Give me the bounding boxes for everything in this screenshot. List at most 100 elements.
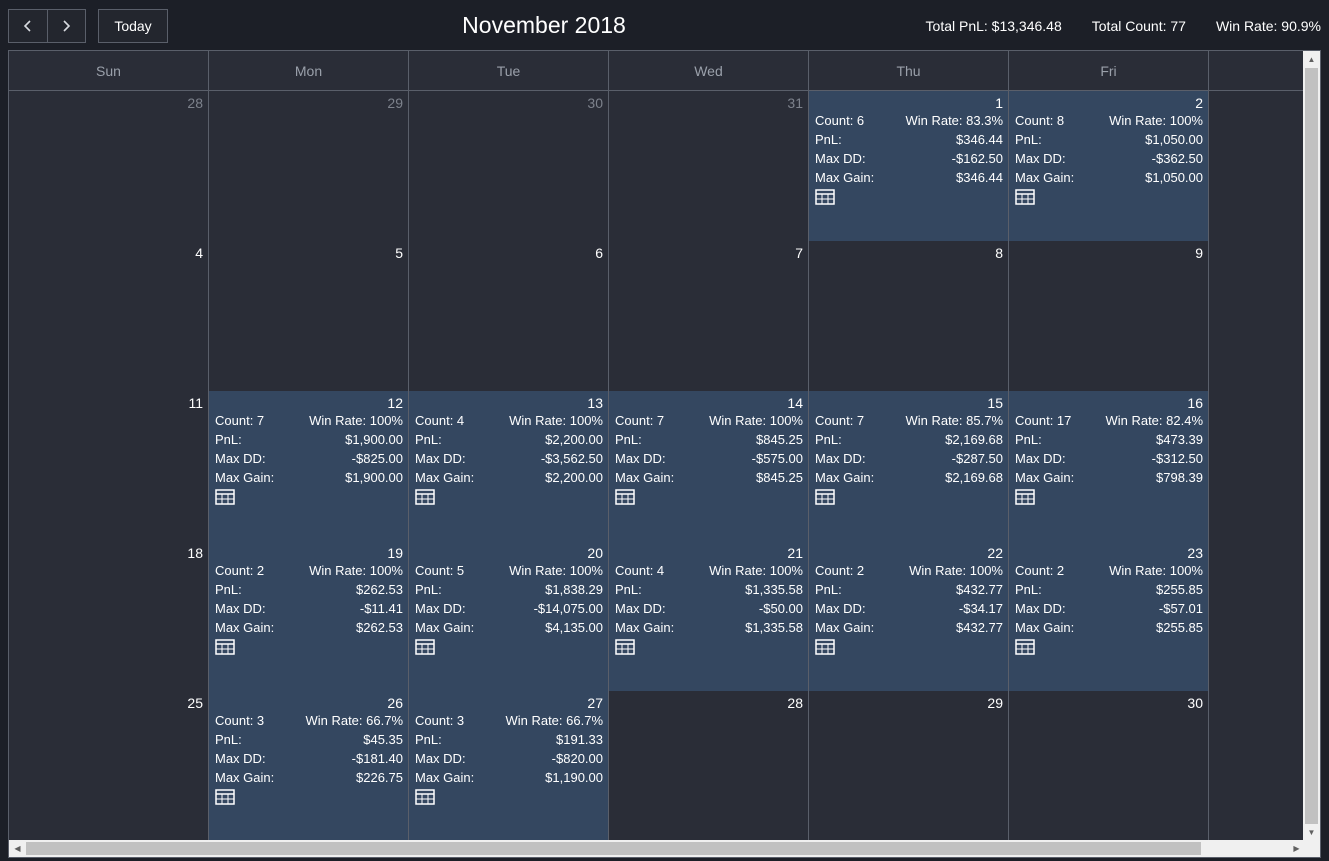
day-stats: Count: 2 Win Rate: 100% PnL: $432.77 Max DD:… bbox=[815, 561, 1003, 655]
day-number: 18 bbox=[187, 545, 203, 561]
table-icon[interactable] bbox=[215, 639, 235, 655]
day-number: 4 bbox=[195, 245, 203, 261]
day-cell[interactable]: 22 Count: 2 Win Rate: 100% PnL: $432.77 Max D… bbox=[809, 541, 1009, 691]
table-icon[interactable] bbox=[815, 189, 835, 205]
day-number: 30 bbox=[587, 95, 603, 111]
day-cell[interactable]: 12 Count: 7 Win Rate: 100% PnL: $1,900.00 Max… bbox=[209, 391, 409, 541]
day-cell[interactable]: 11 bbox=[9, 391, 209, 541]
max-gain-label: Max Gain: bbox=[415, 470, 475, 485]
day-cell[interactable]: 31 bbox=[609, 91, 809, 241]
day-cell[interactable]: 7 bbox=[609, 241, 809, 391]
horizontal-scrollbar[interactable]: ◀ ▶ bbox=[9, 840, 1320, 857]
week-row: 28 29 30 31 1 Count: 6 Win Rate: 83.3% PnL: $346… bbox=[9, 91, 1320, 241]
max-dd-label: Max DD: bbox=[215, 601, 266, 616]
day-cell[interactable]: 16 Count: 17 Win Rate: 82.4% PnL: $473.39 Max… bbox=[1009, 391, 1209, 541]
day-cell[interactable]: 28 bbox=[609, 691, 809, 841]
scroll-up-arrow-icon[interactable]: ▲ bbox=[1303, 51, 1320, 68]
day-cell[interactable]: 9 bbox=[1009, 241, 1209, 391]
day-cell[interactable]: 29 bbox=[809, 691, 1009, 841]
calendar-grid[interactable]: SunMonTueWedThuFriS 282930311Count: 6Win… bbox=[8, 50, 1321, 858]
day-cell[interactable]: 25 bbox=[9, 691, 209, 841]
pnl-value: $2,200.00 bbox=[545, 432, 603, 447]
day-cell[interactable]: 14 Count: 7 Win Rate: 100% PnL: $845.25 Max D… bbox=[609, 391, 809, 541]
pnl-value: $2,169.68 bbox=[945, 432, 1003, 447]
scroll-left-arrow-icon[interactable]: ◀ bbox=[9, 840, 26, 857]
day-cell[interactable]: 29 bbox=[209, 91, 409, 241]
table-icon[interactable] bbox=[415, 489, 435, 505]
day-cell[interactable]: 1 Count: 6 Win Rate: 83.3% PnL: $346.44 Max D… bbox=[809, 91, 1009, 241]
today-button[interactable]: Today bbox=[98, 9, 168, 43]
scroll-down-arrow-icon[interactable]: ▼ bbox=[1303, 824, 1320, 841]
max-gain-value: $2,200.00 bbox=[545, 470, 603, 485]
win-rate: Win Rate: 100% bbox=[309, 563, 403, 578]
stat-line: PnL: $1,838.29 bbox=[415, 580, 603, 599]
day-cell[interactable]: 26 Count: 3 Win Rate: 66.7% PnL: $45.35 Max D… bbox=[209, 691, 409, 841]
stat-line: Max DD: -$3,562.50 bbox=[415, 449, 603, 468]
day-number: 1 bbox=[995, 95, 1003, 111]
table-icon[interactable] bbox=[1015, 639, 1035, 655]
pnl-label: PnL: bbox=[815, 132, 842, 147]
max-dd-value: -$312.50 bbox=[1151, 451, 1203, 466]
table-icon[interactable] bbox=[815, 639, 835, 655]
prev-month-button[interactable] bbox=[9, 10, 47, 42]
weekday-header: Thu bbox=[809, 51, 1009, 91]
stat-line: Max DD: -$825.00 bbox=[215, 449, 403, 468]
day-cell[interactable]: 8 bbox=[809, 241, 1009, 391]
day-cell[interactable]: 5 bbox=[209, 241, 409, 391]
day-stats: Count: 3 Win Rate: 66.7% PnL: $191.33 Max DD… bbox=[415, 711, 603, 805]
stat-line: Count: 8 Win Rate: 100% bbox=[1015, 111, 1203, 130]
day-number: 28 bbox=[187, 95, 203, 111]
stat-line: PnL: $2,200.00 bbox=[415, 430, 603, 449]
horizontal-scroll-thumb[interactable] bbox=[26, 842, 1201, 855]
table-icon[interactable] bbox=[615, 489, 635, 505]
pnl-value: $346.44 bbox=[956, 132, 1003, 147]
stat-line: Count: 5 Win Rate: 100% bbox=[415, 561, 603, 580]
day-cell[interactable]: 18 bbox=[9, 541, 209, 691]
day-stats: Count: 7 Win Rate: 100% PnL: $845.25 Max DD:… bbox=[615, 411, 803, 505]
max-dd-value: -$162.50 bbox=[951, 151, 1003, 166]
max-dd-label: Max DD: bbox=[615, 451, 666, 466]
day-cell[interactable]: 15 Count: 7 Win Rate: 85.7% PnL: $2,169.68 Ma… bbox=[809, 391, 1009, 541]
next-month-button[interactable] bbox=[46, 10, 86, 42]
day-cell[interactable]: 4 bbox=[9, 241, 209, 391]
vertical-scrollbar[interactable]: ▲ ▼ bbox=[1303, 51, 1320, 841]
max-gain-value: $1,900.00 bbox=[345, 470, 403, 485]
day-cell[interactable]: 19 Count: 2 Win Rate: 100% PnL: $262.53 Max D… bbox=[209, 541, 409, 691]
table-icon[interactable] bbox=[1015, 189, 1035, 205]
day-cell[interactable]: 30 bbox=[409, 91, 609, 241]
day-cell[interactable]: 6 bbox=[409, 241, 609, 391]
table-icon[interactable] bbox=[815, 489, 835, 505]
stat-line: Count: 7 Win Rate: 100% bbox=[215, 411, 403, 430]
table-icon[interactable] bbox=[615, 639, 635, 655]
day-cell[interactable]: 13 Count: 4 Win Rate: 100% PnL: $2,200.00 Max… bbox=[409, 391, 609, 541]
table-icon[interactable] bbox=[215, 489, 235, 505]
max-dd-value: -$50.00 bbox=[758, 601, 803, 616]
day-cell[interactable]: 30 bbox=[1009, 691, 1209, 841]
table-icon[interactable] bbox=[415, 789, 435, 805]
stat-line: Max DD: -$11.41 bbox=[215, 599, 403, 618]
day-cell[interactable]: 21 Count: 4 Win Rate: 100% PnL: $1,335.58 Max… bbox=[609, 541, 809, 691]
max-gain-label: Max Gain: bbox=[1015, 470, 1075, 485]
stat-line: Max Gain: $346.44 bbox=[815, 168, 1003, 187]
max-gain-value: $1,335.58 bbox=[745, 620, 803, 635]
pnl-label: PnL: bbox=[1015, 132, 1042, 147]
max-dd-value: -$575.00 bbox=[751, 451, 803, 466]
table-icon[interactable] bbox=[1015, 489, 1035, 505]
day-cell[interactable]: 27 Count: 3 Win Rate: 66.7% PnL: $191.33 Max … bbox=[409, 691, 609, 841]
table-icon[interactable] bbox=[415, 639, 435, 655]
day-cell[interactable]: 28 bbox=[9, 91, 209, 241]
day-number: 16 bbox=[1187, 395, 1203, 411]
count: Count: 4 bbox=[415, 413, 465, 428]
max-dd-value: -$11.41 bbox=[359, 601, 403, 616]
day-cell[interactable]: 20 Count: 5 Win Rate: 100% PnL: $1,838.29 Max… bbox=[409, 541, 609, 691]
total-pnl: Total PnL: $13,346.48 bbox=[925, 18, 1062, 34]
max-gain-value: $798.39 bbox=[1156, 470, 1203, 485]
vertical-scroll-thumb[interactable] bbox=[1305, 68, 1318, 824]
win-rate: Win Rate: 100% bbox=[1109, 563, 1203, 578]
stat-line: PnL: $255.85 bbox=[1015, 580, 1203, 599]
table-icon[interactable] bbox=[215, 789, 235, 805]
day-cell[interactable]: 23 Count: 2 Win Rate: 100% PnL: $255.85 Max D… bbox=[1009, 541, 1209, 691]
day-cell[interactable]: 2 Count: 8 Win Rate: 100% PnL: $1,050.00 Max … bbox=[1009, 91, 1209, 241]
max-gain-value: $4,135.00 bbox=[545, 620, 603, 635]
stat-line: PnL: $432.77 bbox=[815, 580, 1003, 599]
